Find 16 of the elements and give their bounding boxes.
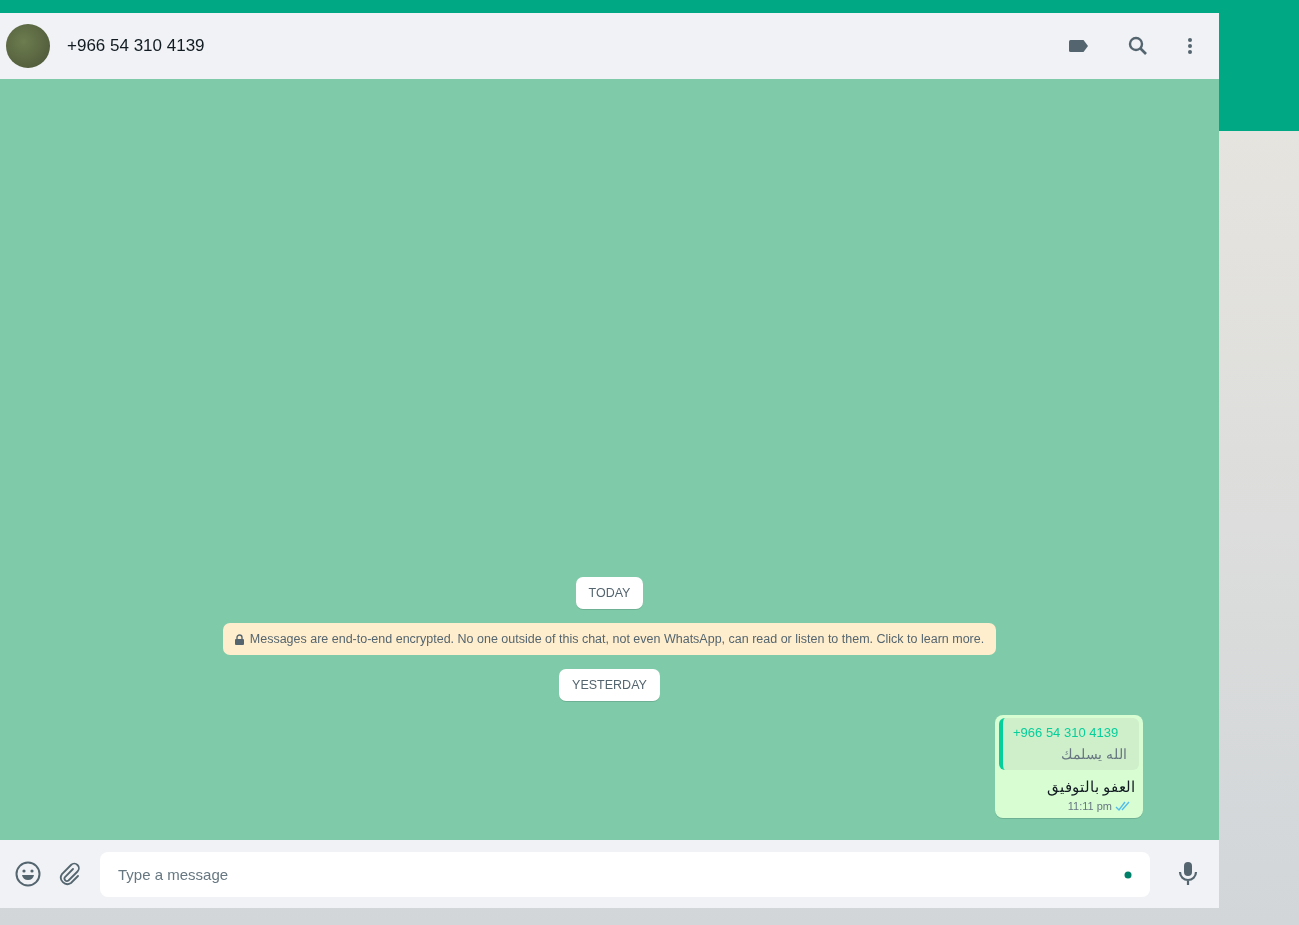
lock-icon: [234, 633, 244, 645]
encryption-notice-text: Messages are end-to-end encrypted. No one outside of this chat, not even WhatsApp, can read or listen to them. Click to learn more.: [249, 632, 985, 646]
microphone-icon[interactable]: [1176, 861, 1200, 887]
quote-text: الله يسلمك: [1061, 746, 1127, 762]
message-input-field[interactable]: Type a message: [100, 851, 1150, 897]
encryption-notice[interactable]: Messages are end-to-end encrypted. No one outside of this chat, not even WhatsApp, can read or listen to them. Click to learn more.: [222, 623, 997, 655]
date-label: TODAY: [575, 577, 644, 609]
menu-icon[interactable]: [1187, 37, 1193, 55]
contact-name[interactable]: +966 54 310 4139: [67, 36, 1050, 56]
message-text: العفو بالتوفيق: [1045, 777, 1136, 798]
quote-author: +966 54 310 4139: [1013, 725, 1120, 740]
emoji-icon[interactable]: [14, 860, 42, 888]
avatar-photo-placeholder[interactable]: [6, 24, 50, 68]
status-dot-icon: [1124, 870, 1132, 879]
message-time: 11:11 pm: [1067, 800, 1112, 812]
date-label: YESTERDAY: [559, 669, 660, 701]
